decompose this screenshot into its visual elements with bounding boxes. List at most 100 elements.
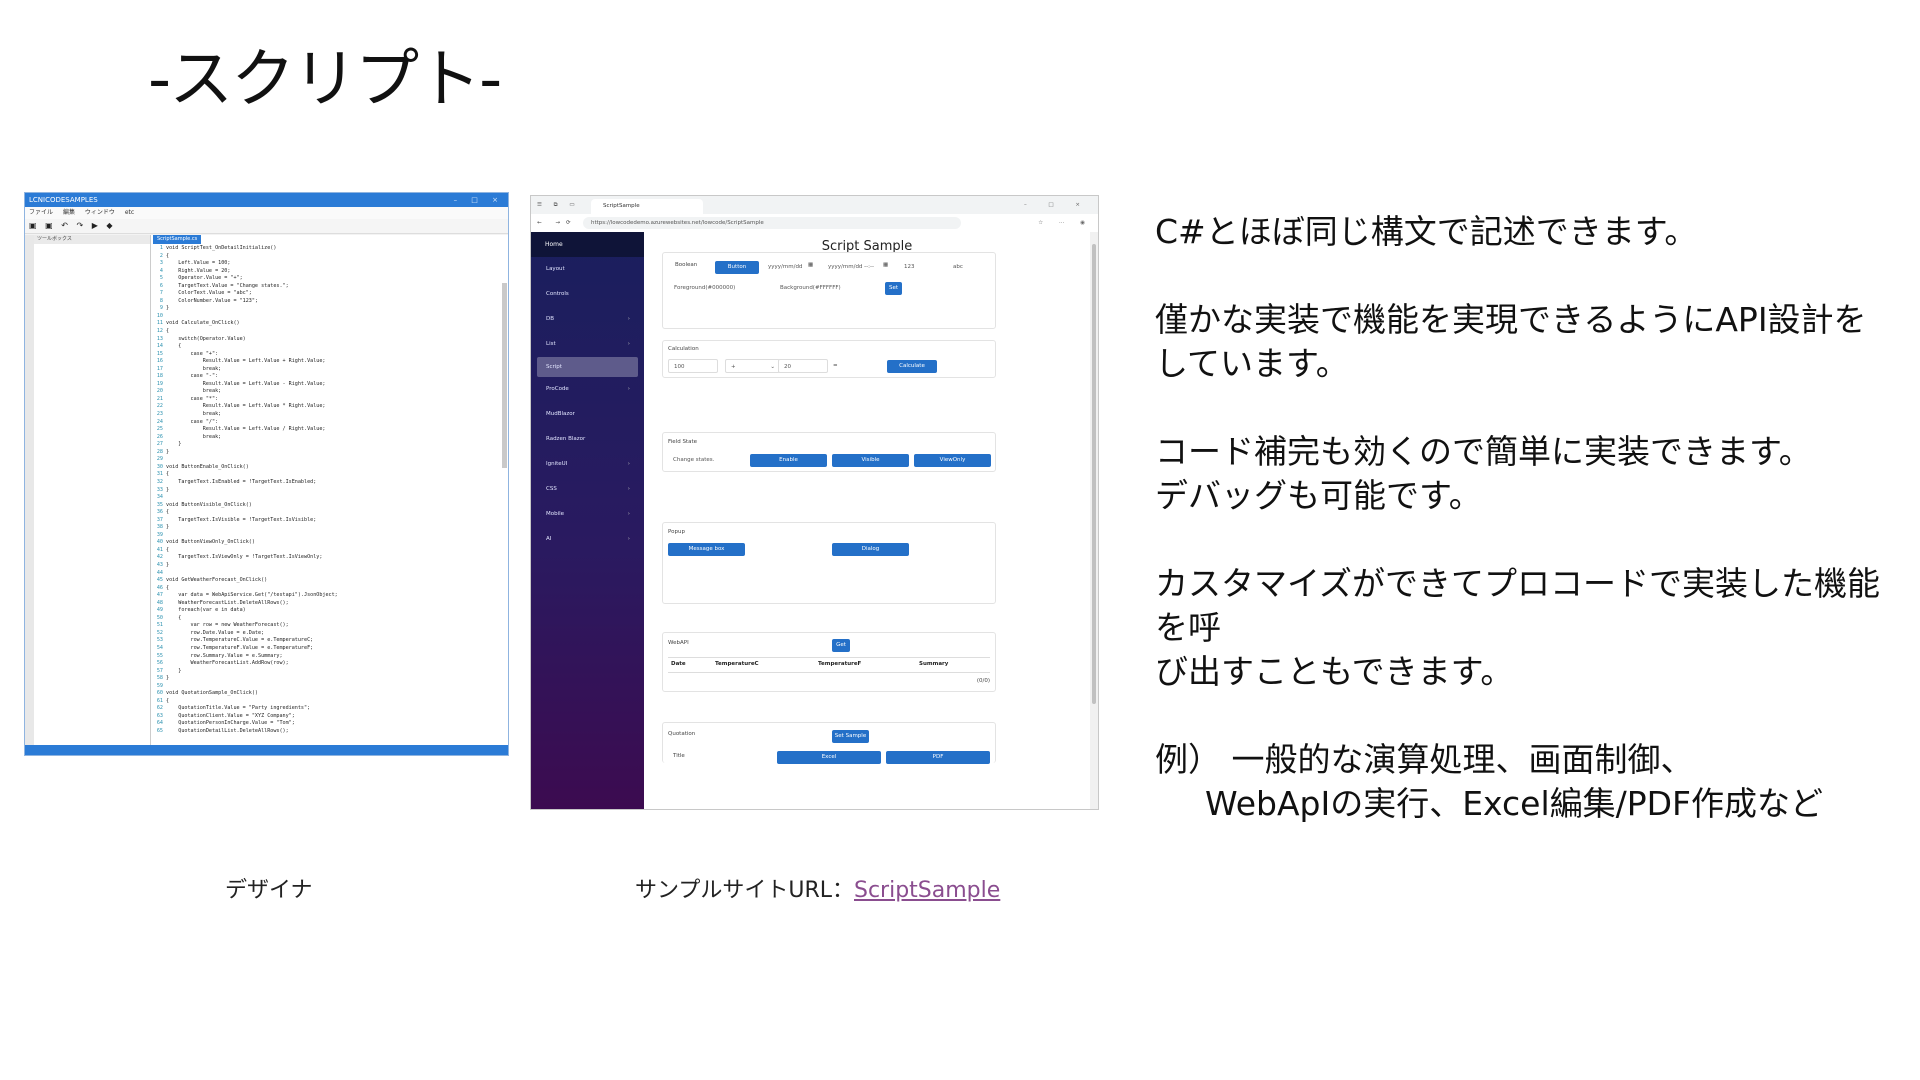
sidebar-home[interactable]: Home <box>531 232 644 257</box>
pdf-button[interactable]: PDF <box>886 751 990 764</box>
line-number: 44 <box>156 569 163 576</box>
code-text-line: void ButtonEnable_OnClick() <box>166 463 249 470</box>
visible-button[interactable]: Visible <box>832 454 909 467</box>
line-number: 62 <box>156 705 163 712</box>
calendar-icon[interactable]: ▦ <box>808 262 813 268</box>
code-text-line: WeatherForecastList.AddRow(row); <box>166 660 289 667</box>
sidebar-item-css[interactable]: CSS › <box>531 477 644 502</box>
code-text-line: switch(Operator.Value) <box>166 335 246 342</box>
code-line: 6 TargetText.Value = "Change states."; <box>151 283 500 291</box>
code-line: 53 row.TemperatureC.Value = e.Temperatur… <box>151 637 500 645</box>
code-text-line: var data = WebApiService.Get("/testapi")… <box>166 592 338 599</box>
set-button[interactable]: Set <box>885 282 902 295</box>
sidebar-item-layout[interactable]: Layout <box>531 257 644 282</box>
settings-icon[interactable]: ◆ <box>106 221 112 230</box>
sidebar-item-script[interactable]: Script <box>537 357 638 377</box>
foreground-input[interactable]: Foreground(#000000) <box>669 281 773 295</box>
back-forward-reload-icon[interactable]: ← →⟳ <box>537 214 577 232</box>
code-text-line: { <box>166 471 170 478</box>
excel-button[interactable]: Excel <box>777 751 881 764</box>
set-sample-button[interactable]: Set Sample <box>832 730 869 743</box>
right-input[interactable]: 20 <box>778 359 828 373</box>
chevron-right-icon: › <box>627 386 630 392</box>
line-number: 35 <box>156 501 163 508</box>
menu-item[interactable]: ウィンドウ <box>85 209 115 216</box>
field-state-card: Field State Change states. Enable Visibl… <box>662 432 996 472</box>
browser-menu-icon[interactable]: ☰ ⧉ ▭ <box>537 196 580 214</box>
code-line: 28} <box>151 449 500 457</box>
pager-count: (0/0) <box>976 678 990 684</box>
save-all-icon[interactable]: ▣ <box>45 221 53 230</box>
code-text-line: { <box>166 697 170 704</box>
browser-toolbar-icons[interactable]: ☆ ⋯ ◉ <box>1038 214 1092 232</box>
scrollbar-thumb[interactable] <box>1092 244 1096 704</box>
sidebar-item-label: MudBlazor <box>546 411 575 417</box>
line-number: 21 <box>156 395 163 402</box>
viewonly-button[interactable]: ViewOnly <box>914 454 991 467</box>
enable-button[interactable]: Enable <box>750 454 827 467</box>
sidebar-item-mudblazor[interactable]: MudBlazor <box>531 402 644 427</box>
sidebar-item-db[interactable]: DB › <box>531 307 644 332</box>
line-number: 15 <box>156 350 163 357</box>
save-icon[interactable]: ▣ <box>29 221 37 230</box>
datetime-input[interactable]: yyyy/mm/dd --:-- <box>823 260 881 274</box>
message-box-button[interactable]: Message box <box>668 543 745 556</box>
line-number: 51 <box>156 622 163 629</box>
window-controls-icon[interactable]: – □ × <box>454 193 504 207</box>
sidebar-item-radzen-blazor[interactable]: Radzen Blazor <box>531 427 644 452</box>
sidebar-item-mobile[interactable]: Mobile › <box>531 502 644 527</box>
left-input[interactable]: 100 <box>668 359 718 373</box>
chevron-down-icon: ⌄ <box>770 364 775 370</box>
code-text-line: Result.Value = Left.Value - Right.Value; <box>166 380 326 387</box>
redo-icon[interactable]: ↷ <box>76 221 83 230</box>
designer-titlebar: LCNICODESAMPLES – □ × <box>25 193 508 207</box>
browser-tab[interactable]: ScriptSample <box>591 199 703 214</box>
sidebar-item-list[interactable]: List › <box>531 332 644 357</box>
line-number: 34 <box>156 494 163 501</box>
menu-item[interactable]: ファイル <box>29 209 53 216</box>
line-number: 24 <box>156 418 163 425</box>
get-button[interactable]: Get <box>832 639 850 652</box>
menu-item[interactable]: etc <box>125 209 134 216</box>
menu-item[interactable]: 編集 <box>63 209 75 216</box>
line-number: 12 <box>156 328 163 335</box>
editor-scrollbar[interactable] <box>502 283 507 468</box>
editor-tab[interactable]: ScriptSample.cs <box>153 235 202 244</box>
code-line: 56 WeatherForecastList.AddRow(row); <box>151 660 500 668</box>
sidebar-item-procode[interactable]: ProCode › <box>531 377 644 402</box>
line-number: 6 <box>159 282 163 289</box>
background-input[interactable]: Background(#FFFFFF) <box>775 281 879 295</box>
target-text-input[interactable]: Change states. <box>668 453 746 467</box>
chevron-right-icon: › <box>627 316 630 322</box>
operator-select[interactable]: + ⌄ <box>725 359 780 373</box>
sidebar-item-controls[interactable]: Controls <box>531 282 644 307</box>
sidebar-item-ai[interactable]: AI › <box>531 527 644 552</box>
code-line: 51 var row = new WeatherForecast(); <box>151 622 500 630</box>
code-text[interactable]: 1 void ScriptTest_OnDetailInitialize() 2{3… <box>151 245 500 745</box>
site-sidebar: Home Layout Controls DB › List › Script ProCode… <box>531 232 644 809</box>
code-text-line: void ButtonViewOnly_OnClick() <box>166 539 255 546</box>
sidebar-item-label: Layout <box>546 266 565 272</box>
page-scrollbar[interactable] <box>1090 232 1098 809</box>
calculation-label: Calculation <box>668 346 699 352</box>
window-controls-icon[interactable]: – □ × <box>1024 196 1090 214</box>
code-line: 43} <box>151 562 500 570</box>
dialog-button[interactable]: Dialog <box>832 543 909 556</box>
code-text-line: void GetWeatherForecast_OnClick() <box>166 577 268 584</box>
calculate-button[interactable]: Calculate <box>887 360 937 373</box>
line-number: 55 <box>156 652 163 659</box>
sidebar-item-label: List <box>546 341 556 347</box>
button-button[interactable]: Button <box>715 261 759 274</box>
calendar-icon[interactable]: ▦ <box>883 262 888 268</box>
webapi-card: WebAPI Get Date TemperatureC Temperature… <box>662 632 996 692</box>
sidebar-item-igniteui[interactable]: IgniteUI › <box>531 452 644 477</box>
line-number: 41 <box>156 546 163 553</box>
code-editor[interactable]: ScriptSample.cs 1 void ScriptTest_OnDetai… <box>151 235 508 745</box>
address-bar[interactable]: https://lowcodedemo.azurewebsites.net/lo… <box>583 217 961 229</box>
number-input[interactable]: 123 <box>899 260 947 274</box>
code-line: 17 break; <box>151 366 500 374</box>
sample-site-link[interactable]: ScriptSample <box>854 878 1000 903</box>
text-input[interactable]: abc <box>948 260 988 274</box>
undo-icon[interactable]: ↶ <box>61 221 68 230</box>
run-icon[interactable]: ▶ <box>92 221 98 230</box>
